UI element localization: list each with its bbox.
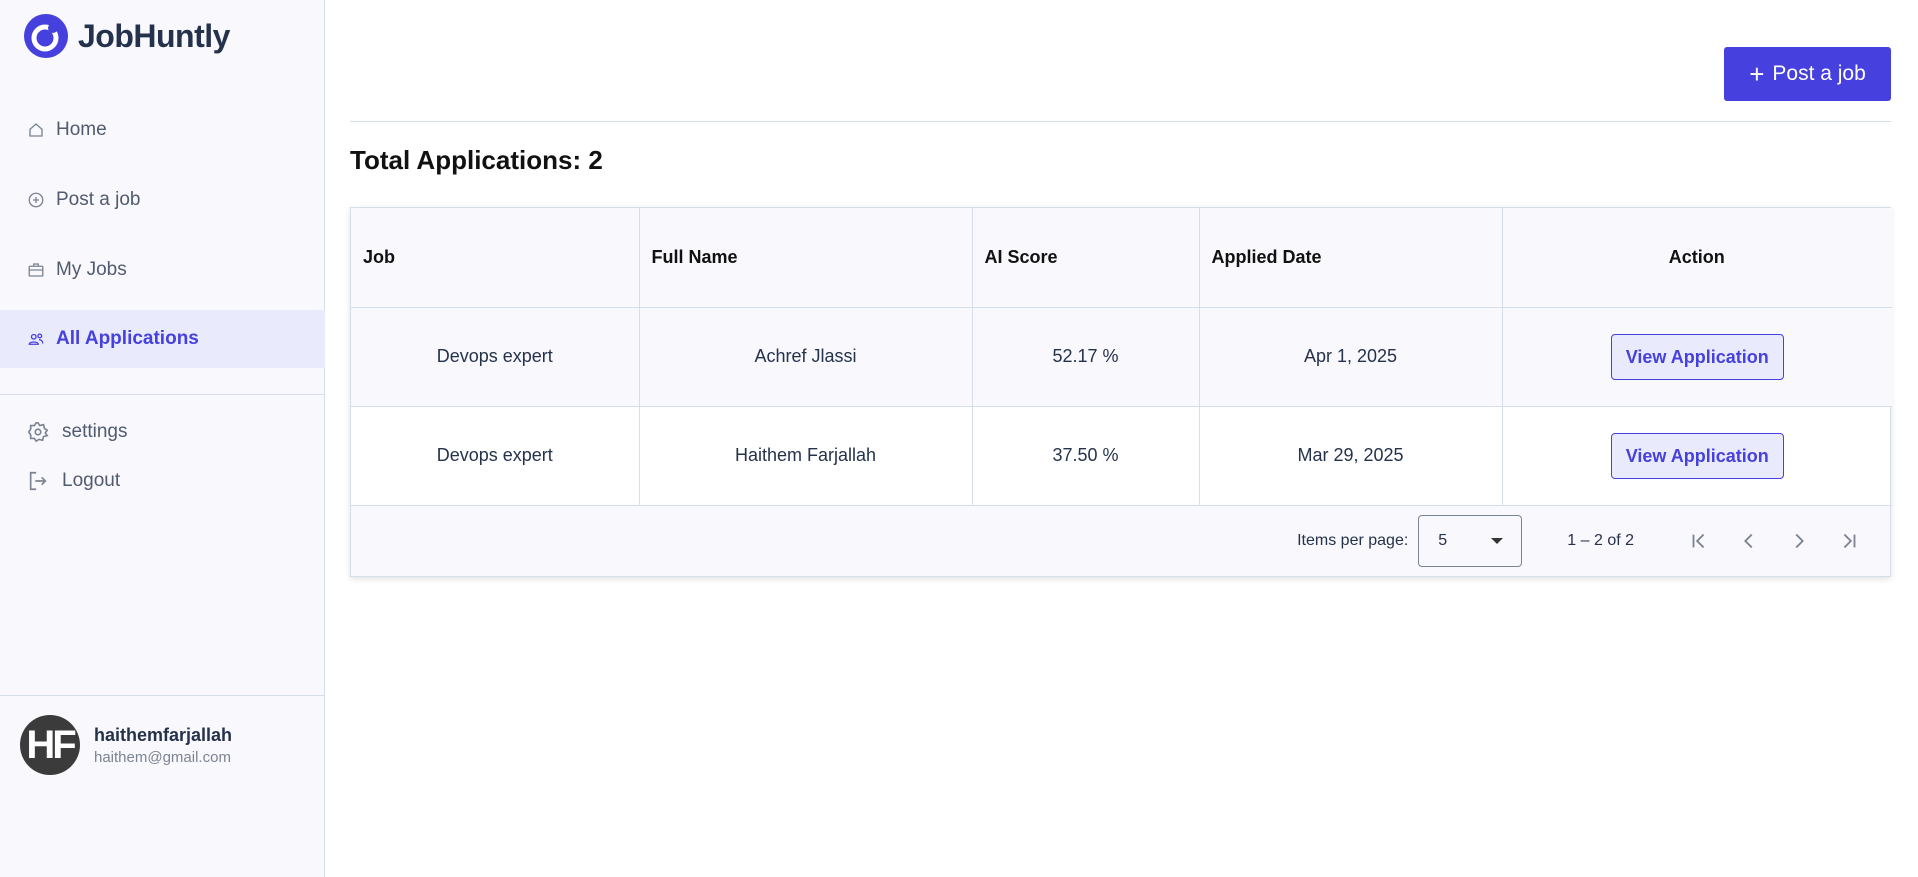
view-application-button[interactable]: View Application [1610, 333, 1784, 380]
gear-icon [26, 422, 50, 443]
plus-icon: + [1749, 59, 1765, 89]
user-divider [0, 695, 325, 696]
post-job-button-label: Post a job [1772, 62, 1866, 85]
view-application-button[interactable]: View Application [1610, 432, 1784, 479]
cell-ai-score: 37.50 % [972, 406, 1200, 506]
cell-action: View Application [1502, 307, 1892, 407]
page-title: Total Applications: 2 [350, 145, 603, 175]
sidebar-item-all-applications[interactable]: All Applications [0, 310, 325, 368]
next-page-button[interactable] [1774, 516, 1824, 566]
items-per-page-value: 5 [1438, 531, 1448, 549]
table-row: Devops expert Haithem Farjallah 37.50 % … [351, 406, 1892, 506]
plus-circle-icon [26, 190, 46, 210]
sidebar-item-label: All Applications [56, 328, 199, 349]
user-info: haithemfarjallah haithem@gmail.com [94, 725, 232, 766]
table-header-row: Job Full Name AI Score Applied Date Acti… [351, 208, 1892, 308]
avatar: HF [20, 715, 80, 775]
column-header-action: Action [1502, 208, 1892, 308]
sidebar-item-label: settings [62, 421, 128, 442]
post-job-button[interactable]: + Post a job [1724, 47, 1891, 101]
cell-ai-score: 52.17 % [972, 307, 1200, 407]
briefcase-icon [26, 260, 46, 280]
sidebar-item-label: Logout [62, 470, 121, 491]
previous-page-button[interactable] [1724, 516, 1774, 566]
sidebar-item-post-job[interactable]: Post a job [0, 171, 325, 229]
applications-table: Job Full Name AI Score Applied Date Acti… [350, 207, 1892, 577]
chevron-right-icon [1795, 533, 1804, 548]
column-header-applied-date[interactable]: Applied Date [1199, 208, 1503, 308]
user-name: haithemfarjallah [94, 724, 233, 745]
sidebar-item-label: Home [56, 119, 107, 140]
paginator: Items per page: 5 1 – 2 of 2 [351, 505, 1890, 576]
cell-full-name: Haithem Farjallah [639, 406, 973, 506]
header-divider [350, 121, 1891, 122]
table-row: Devops expert Achref Jlassi 52.17 % Apr … [351, 307, 1892, 407]
sidebar-item-label: Post a job [56, 189, 141, 210]
sidebar-divider [0, 394, 325, 395]
caret-down-icon [1491, 537, 1504, 544]
last-page-icon [1843, 533, 1856, 548]
items-per-page-label: Items per page: [1297, 531, 1409, 549]
brand[interactable]: JobHuntly [24, 14, 230, 58]
users-icon [26, 329, 46, 349]
sidebar-item-logout[interactable]: Logout [0, 452, 325, 510]
column-header-ai-score[interactable]: AI Score [972, 208, 1200, 308]
first-page-icon [1692, 533, 1705, 548]
cell-applied-date: Apr 1, 2025 [1199, 307, 1503, 407]
column-header-job[interactable]: Job [351, 208, 640, 308]
logo-icon [24, 14, 68, 58]
sidebar: JobHuntly Home Post a job My Jobs All Ap… [0, 0, 325, 877]
cell-full-name: Achref Jlassi [639, 307, 973, 407]
user-email: haithem@gmail.com [94, 748, 231, 766]
cell-action: View Application [1502, 406, 1892, 506]
sidebar-item-label: My Jobs [56, 259, 127, 280]
first-page-button[interactable] [1674, 516, 1724, 566]
last-page-button[interactable] [1824, 516, 1874, 566]
user-profile[interactable]: HF haithemfarjallah haithem@gmail.com [20, 715, 232, 775]
sidebar-item-home[interactable]: Home [0, 101, 325, 159]
brand-name: JobHuntly [78, 17, 230, 54]
cell-applied-date: Mar 29, 2025 [1199, 406, 1503, 506]
column-header-full-name[interactable]: Full Name [639, 208, 973, 308]
items-per-page-select[interactable]: 5 [1418, 514, 1523, 567]
cell-job: Devops expert [351, 307, 640, 407]
chevron-left-icon [1744, 533, 1753, 548]
logout-icon [26, 471, 50, 491]
cell-job: Devops expert [351, 406, 640, 506]
home-icon [26, 120, 46, 140]
sidebar-item-my-jobs[interactable]: My Jobs [0, 241, 325, 299]
range-label: 1 – 2 of 2 [1567, 531, 1634, 549]
